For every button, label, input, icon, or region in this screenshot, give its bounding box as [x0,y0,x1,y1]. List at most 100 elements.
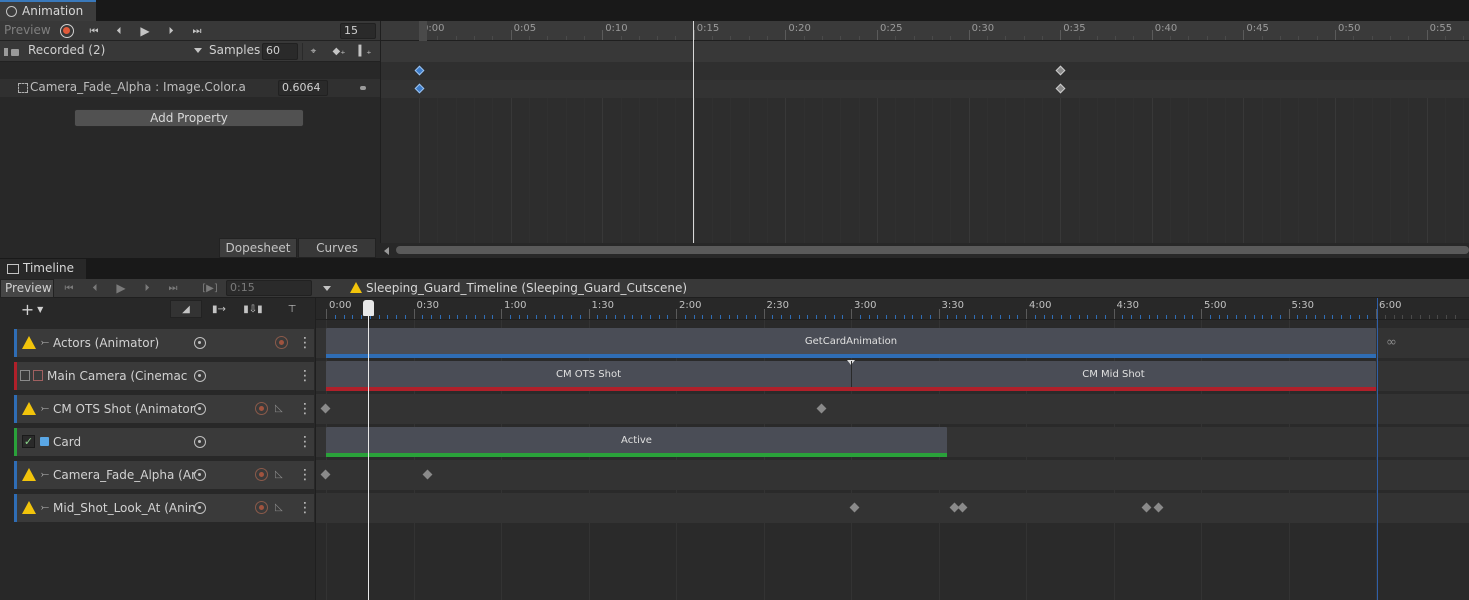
target-icon[interactable] [194,502,206,514]
ruler-minor-tick [1096,36,1098,40]
mix-button[interactable]: ▮⇩▮ [238,300,268,318]
track-header-mid-shot[interactable]: ⤚ Mid_Shot_Look_At (Anin ◺ ⋮ [14,494,314,522]
tl-range-button[interactable]: [▶] [198,280,222,296]
ruler-minor-tick [1131,315,1132,319]
playhead-handle[interactable] [363,300,374,316]
track-header-cm-ots[interactable]: ⤚ CM OTS Shot (Animator ◺ ⋮ [14,395,314,423]
target-icon[interactable] [194,337,206,349]
ruler-minor-tick [1262,315,1264,319]
clip-active[interactable]: Active [326,427,947,457]
ruler-minor-tick [1218,315,1220,319]
frame-field[interactable]: 15 [340,23,376,39]
track-menu-icon[interactable]: ⋮ [298,467,312,483]
scrollbar-thumb[interactable] [396,246,1469,254]
clip-cm-mid-shot[interactable]: CM Mid Shot [851,361,1376,391]
track-menu-icon[interactable]: ⋮ [298,368,312,384]
samples-field[interactable]: 60 [262,43,298,60]
record-track-icon[interactable] [255,468,268,481]
prev-key-button[interactable]: ⏴ [108,23,130,39]
property-value-field[interactable]: 0.6064 [278,80,328,96]
track-header-actors[interactable]: ⤚ Actors (Animator) ⋮ [14,329,314,357]
ruler-minor-tick [798,315,800,319]
ruler-minor-tick [1148,315,1150,319]
clip-select-value: Recorded (2) [28,43,106,57]
ruler-minor-tick [1139,315,1141,319]
play-button[interactable]: ▶ [134,23,156,39]
lane-cm-ots[interactable] [316,394,1469,424]
lane-mid-shot[interactable] [316,493,1469,523]
dopesheet-area[interactable]: 0:00 0:05 0:10 0:15 0:20 0:25 0:30 0:35 0:40 0:45… [380,21,1469,243]
lock-icon[interactable] [4,46,22,57]
track-header-main-camera[interactable]: Main Camera (Cinemac ⋮ [14,362,314,390]
clip-cm-ots-shot[interactable]: CM OTS Shot [326,361,851,391]
track-header-card[interactable]: ✓ Card ⋮ [14,428,314,456]
ripple-button[interactable]: ▮→ [204,300,234,318]
track-name: Mid_Shot_Look_At (Anin [53,501,196,515]
dopesheet-tab[interactable]: Dopesheet [219,238,297,258]
target-icon[interactable] [194,403,206,415]
dopesheet-scrollbar[interactable] [380,243,1469,258]
target-icon[interactable] [194,370,206,382]
property-key-icon[interactable] [360,86,366,90]
lane-camera-fade[interactable] [316,460,1469,490]
pin-button[interactable]: ⊤ [282,300,302,318]
scroll-left-icon[interactable] [384,247,389,255]
target-icon[interactable] [194,436,206,448]
timeline-tab[interactable]: Timeline [0,259,86,279]
curve-icon[interactable]: ◺ [275,502,287,514]
record-track-icon[interactable] [255,501,268,514]
tl-play-button[interactable]: ▶ [110,280,132,296]
ruler-major-tick [938,309,940,319]
ruler-minor-tick [912,315,914,319]
ruler-label: 5:00 [1204,300,1227,311]
tl-time-field[interactable]: 0:15 [226,280,312,296]
timeline-end-marker[interactable] [1377,298,1378,600]
record-button[interactable] [60,24,74,38]
curves-tab[interactable]: Curves [298,238,376,258]
curve-icon[interactable]: ◺ [275,403,287,415]
asset-dropdown-icon[interactable] [323,286,331,291]
tl-last-button[interactable]: ⏭ [162,280,184,296]
ruler-minor-tick [754,315,756,319]
preview-button[interactable]: Preview [4,23,51,37]
keyframe-target-button[interactable]: ⌖ [302,43,324,60]
ruler-major-tick [588,309,590,319]
add-event-button[interactable]: ▍₊ [354,43,376,60]
add-track-button[interactable]: + ▼ [16,300,48,319]
clip-select[interactable]: Recorded (2) [24,43,206,60]
track-menu-icon[interactable]: ⋮ [298,434,312,450]
tl-prev-button[interactable]: ⏴ [84,280,106,296]
add-keyframe-button[interactable]: ◆₊ [328,43,350,60]
ruler-label: 6:00 [1379,300,1402,311]
add-property-button[interactable]: Add Property [74,109,304,127]
target-icon[interactable] [194,469,206,481]
track-menu-icon[interactable]: ⋮ [298,335,312,351]
record-track-icon[interactable] [255,402,268,415]
ruler-minor-tick [1133,36,1135,40]
ruler-minor-tick [1367,315,1369,319]
tl-next-button[interactable]: ⏵ [136,280,158,296]
track-menu-icon[interactable]: ⋮ [298,401,312,417]
property-row[interactable]: Camera_Fade_Alpha : Image.Color.a 0.6064 [0,79,380,97]
last-key-button[interactable]: ⏭ [186,23,208,39]
tl-first-button[interactable]: ⏮ [58,280,80,296]
next-key-button[interactable]: ⏵ [160,23,182,39]
dopesheet-playhead[interactable] [693,21,694,243]
animation-tab[interactable]: Animation [0,0,96,21]
ruler-minor-tick [1041,36,1043,40]
curve-icon[interactable]: ◺ [275,469,287,481]
checkbox-checked-icon[interactable]: ✓ [22,435,35,448]
track-header-camera-fade[interactable]: ⤚ Camera_Fade_Alpha (Ar ◺ ⋮ [14,461,314,489]
property-name: Camera_Fade_Alpha : Image.Color.a [30,80,246,94]
dopesheet-ruler[interactable]: 0:00 0:05 0:10 0:15 0:20 0:25 0:30 0:35 0:40 0:45… [381,21,1469,41]
timeline-preview-button[interactable]: Preview [0,279,54,298]
clip-get-card-animation[interactable]: GetCardAnimation [326,328,1376,358]
ruler-minor-tick [431,315,432,319]
first-key-button[interactable]: ⏮ [84,23,104,39]
timeline-ruler[interactable]: 0:00 0:30 1:00 1:30 2:00 2:30 3:00 3:30 4:00 4:30… [316,298,1469,320]
track-menu-icon[interactable]: ⋮ [298,500,312,516]
timeline-playhead[interactable] [368,306,369,600]
record-track-icon[interactable] [275,336,288,349]
snap-button[interactable]: ◢ [170,300,202,318]
ruler-minor-tick [711,315,712,319]
